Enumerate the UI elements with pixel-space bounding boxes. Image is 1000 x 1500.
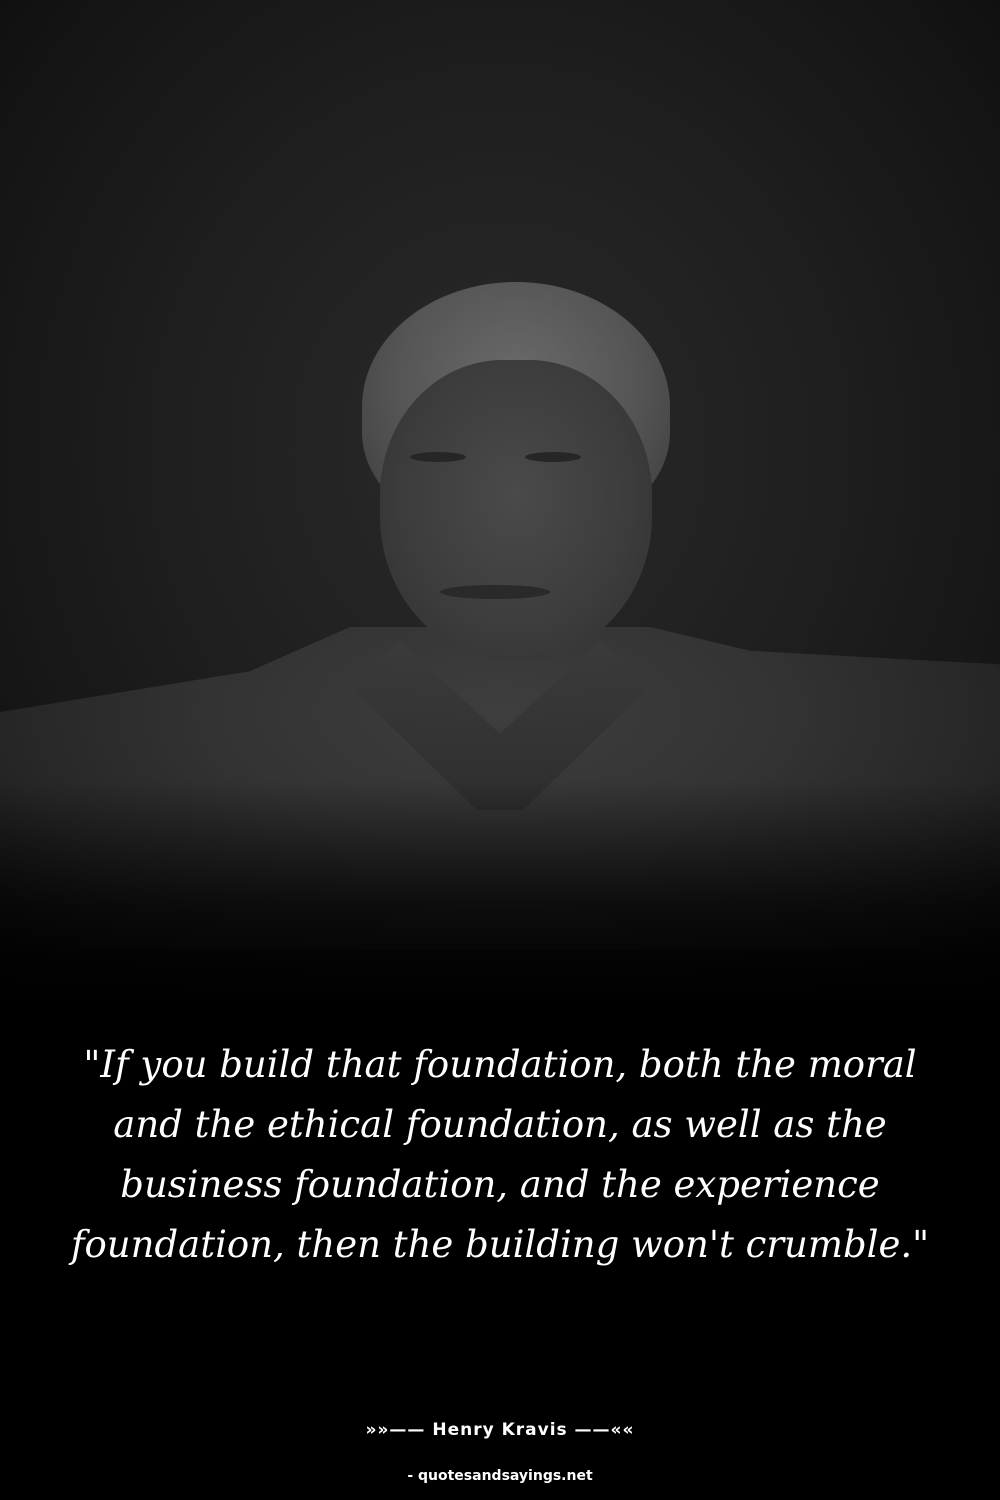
- portrait-mouth: [440, 585, 550, 599]
- quote-text: "If you build that foundation, both the …: [70, 1043, 930, 1266]
- source-watermark: - quotesandsayings.net: [407, 1468, 593, 1484]
- portrait-left-eye: [410, 452, 466, 462]
- quote-card: "If you build that foundation, both the …: [0, 0, 1000, 1500]
- portrait-face: [380, 360, 652, 660]
- photo-fade-overlay: [0, 780, 1000, 1010]
- quote-author: »»—— Henry Kravis ——««: [365, 1420, 635, 1440]
- portrait-right-eye: [525, 452, 581, 462]
